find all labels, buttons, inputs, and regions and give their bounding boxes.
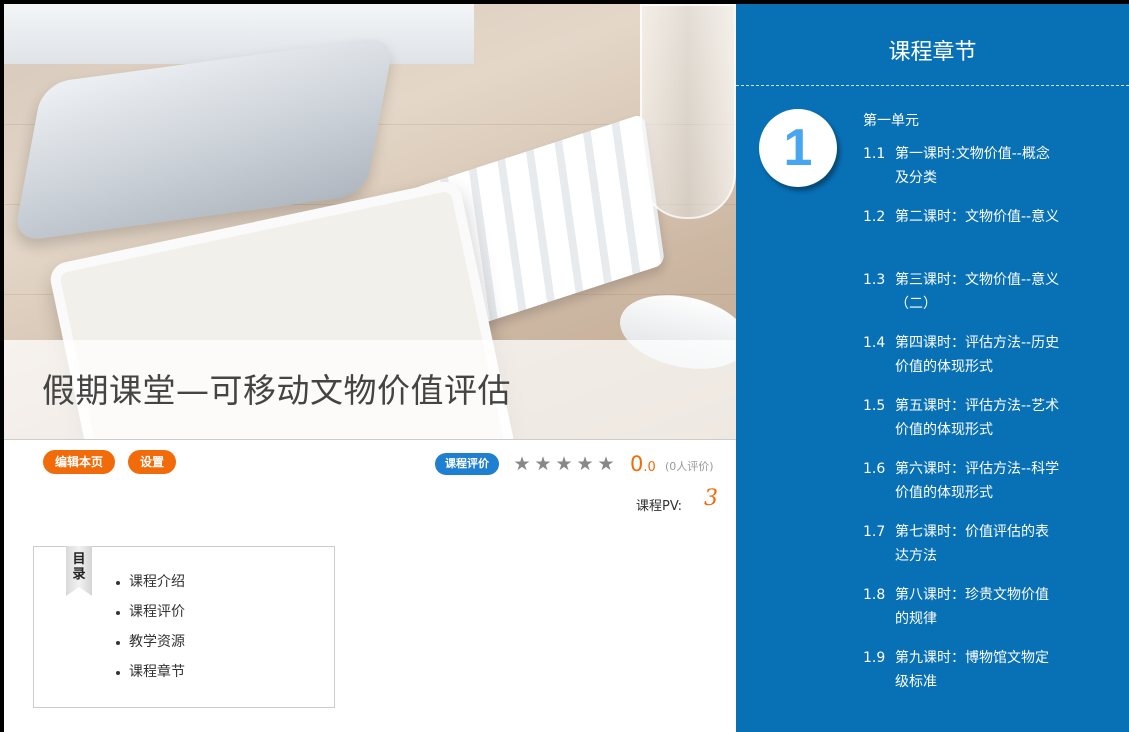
lesson-number: 1.1 bbox=[863, 146, 886, 162]
toc-item-intro[interactable]: 课程介绍 bbox=[116, 569, 185, 599]
lesson-item[interactable]: 1.8 第八课时：珍贵文物价值的规律 bbox=[863, 583, 1063, 646]
chapters-panel: 课程章节 1 第一单元 1.1 第一课时:文物价值--概念及分类 1.2 第二课时：… bbox=[736, 4, 1129, 732]
lesson-item[interactable]: 1.3 第三课时：文物价值--意义（二） bbox=[863, 268, 1063, 331]
course-banner: 假期课堂—可移动文物价值评估 bbox=[4, 4, 736, 440]
lesson-number: 1.8 bbox=[863, 587, 886, 603]
page: 假期课堂—可移动文物价值评估 编辑本页 设置 课程评价 ★ ★ ★ ★ ★ 0.0 (0… bbox=[4, 4, 1129, 732]
lesson-number: 1.3 bbox=[863, 272, 886, 288]
rating-score-dec: .0 bbox=[643, 460, 656, 475]
lesson-number: 1.7 bbox=[863, 524, 886, 540]
lesson-list: 1.1 第一课时:文物价值--概念及分类 1.2 第二课时：文物价值--意义 1.3… bbox=[863, 142, 1063, 709]
pv-label: 课程PV: bbox=[636, 499, 683, 514]
lesson-item[interactable]: 1.1 第一课时:文物价值--概念及分类 bbox=[863, 142, 1063, 205]
toc-item-rating[interactable]: 课程评价 bbox=[116, 599, 185, 629]
lesson-title[interactable]: 第九课时：博物馆文物定级标准 bbox=[895, 646, 1060, 694]
lesson-number: 1.4 bbox=[863, 335, 886, 351]
rating-stars[interactable]: ★ ★ ★ ★ ★ bbox=[512, 453, 617, 475]
toc-list: 课程介绍 课程评价 教学资源 课程章节 bbox=[116, 569, 185, 689]
unit-number-badge: 1 bbox=[759, 109, 837, 187]
lesson-number: 1.6 bbox=[863, 461, 886, 477]
lesson-title[interactable]: 第三课时：文物价值--意义（二） bbox=[895, 268, 1060, 316]
glass-image bbox=[640, 4, 736, 219]
rating-count: (0人评价) bbox=[665, 460, 714, 473]
rating-score: 0.0 bbox=[630, 452, 656, 480]
lesson-number: 1.9 bbox=[863, 650, 886, 666]
chapters-title: 课程章节 bbox=[888, 40, 977, 65]
star-icon[interactable]: ★ bbox=[554, 453, 575, 475]
course-rating-badge[interactable]: 课程评价 bbox=[435, 453, 499, 475]
lesson-item[interactable]: 1.7 第七课时：价值评估的表达方法 bbox=[863, 520, 1063, 583]
lesson-title[interactable]: 第一课时:文物价值--概念及分类 bbox=[895, 142, 1060, 190]
divider bbox=[4, 439, 736, 440]
rating-score-int: 0 bbox=[630, 452, 644, 476]
lesson-title[interactable]: 第七课时：价值评估的表达方法 bbox=[895, 520, 1060, 568]
star-icon[interactable]: ★ bbox=[596, 453, 617, 475]
lesson-title[interactable]: 第四课时：评估方法--历史价值的体现形式 bbox=[895, 331, 1060, 379]
lesson-title[interactable]: 第八课时：珍贵文物价值的规律 bbox=[895, 583, 1060, 631]
star-icon[interactable]: ★ bbox=[575, 453, 596, 475]
chapters-divider bbox=[736, 85, 1129, 86]
lesson-item[interactable]: 1.9 第九课时：博物馆文物定级标准 bbox=[863, 646, 1063, 709]
lesson-number: 1.5 bbox=[863, 398, 886, 414]
lesson-number: 1.2 bbox=[863, 209, 886, 225]
lesson-item[interactable]: 1.6 第六课时：评估方法--科学价值的体现形式 bbox=[863, 457, 1063, 520]
toc-label: 目录 bbox=[72, 552, 86, 582]
lesson-item[interactable]: 1.5 第五课时：评估方法--艺术价值的体现形式 bbox=[863, 394, 1063, 457]
toc-item-chapters[interactable]: 课程章节 bbox=[116, 659, 185, 689]
monitor-image bbox=[4, 4, 474, 64]
lesson-item[interactable]: 1.4 第四课时：评估方法--历史价值的体现形式 bbox=[863, 331, 1063, 394]
table-of-contents: 目录 课程介绍 课程评价 教学资源 课程章节 bbox=[33, 546, 335, 708]
unit-name[interactable]: 第一单元 bbox=[863, 110, 919, 130]
lesson-title[interactable]: 第二课时：文物价值--意义 bbox=[895, 205, 1060, 229]
toc-item-resources[interactable]: 教学资源 bbox=[116, 629, 185, 659]
pv-value: 3 bbox=[704, 486, 718, 511]
edit-page-button[interactable]: 编辑本页 bbox=[43, 450, 116, 474]
star-icon[interactable]: ★ bbox=[533, 453, 554, 475]
course-title: 假期课堂—可移动文物价值评估 bbox=[42, 371, 511, 410]
lesson-title[interactable]: 第五课时：评估方法--艺术价值的体现形式 bbox=[895, 394, 1060, 442]
settings-button[interactable]: 设置 bbox=[128, 450, 177, 474]
lesson-item[interactable]: 1.2 第二课时：文物价值--意义 bbox=[863, 205, 1063, 268]
lesson-title[interactable]: 第六课时：评估方法--科学价值的体现形式 bbox=[895, 457, 1060, 505]
star-icon[interactable]: ★ bbox=[512, 453, 533, 475]
